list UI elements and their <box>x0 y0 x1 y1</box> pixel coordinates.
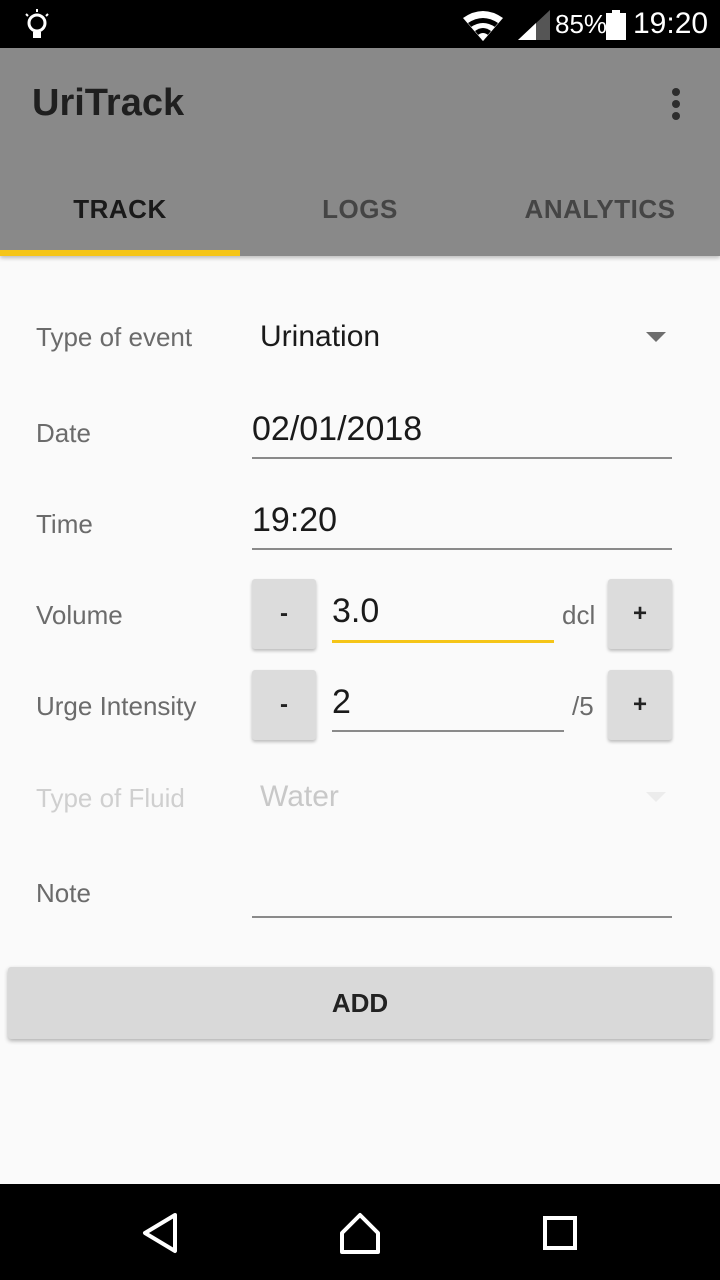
volume-unit: dcl <box>562 600 596 630</box>
urge-increment-button[interactable]: + <box>608 670 672 740</box>
battery-percent: 85% <box>555 9 608 39</box>
volume-label: Volume <box>36 600 123 630</box>
signal-icon <box>518 10 550 40</box>
home-icon[interactable] <box>330 1208 390 1258</box>
date-label: Date <box>36 418 91 448</box>
note-field[interactable] <box>252 868 672 918</box>
urge-intensity-label: Urge Intensity <box>36 691 197 721</box>
more-vert-icon[interactable] <box>660 84 692 124</box>
note-label: Note <box>36 878 91 908</box>
app-title: UriTrack <box>32 82 185 124</box>
type-of-fluid-spinner: Water <box>260 780 339 813</box>
navigation-bar <box>0 1184 720 1280</box>
tab-indicator <box>0 250 240 256</box>
add-button[interactable]: ADD <box>8 967 712 1039</box>
chevron-down-icon[interactable] <box>646 332 666 342</box>
tab-logs[interactable]: LOGS <box>240 170 480 256</box>
type-of-event-spinner[interactable]: Urination <box>260 320 380 354</box>
urge-decrement-button[interactable]: - <box>252 670 316 740</box>
battery-icon <box>606 10 626 40</box>
wifi-icon <box>463 11 503 41</box>
tab-analytics[interactable]: ANALYTICS <box>480 170 720 256</box>
volume-field[interactable]: 3.0 <box>332 592 554 643</box>
status-clock: 19:20 <box>633 7 709 40</box>
app-bar: UriTrack TRACK LOGS ANALYTICS <box>0 48 720 256</box>
tab-track[interactable]: TRACK <box>0 170 240 256</box>
chevron-down-icon <box>646 792 666 802</box>
type-of-fluid-label: Type of Fluid <box>36 783 185 813</box>
lightbulb-icon <box>25 9 49 38</box>
time-label: Time <box>36 509 93 539</box>
type-of-event-label: Type of event <box>36 322 193 352</box>
status-bar: 85% 19:20 <box>0 0 720 48</box>
recents-icon[interactable] <box>530 1208 590 1258</box>
urge-intensity-field[interactable]: 2 <box>332 683 564 732</box>
volume-decrement-button[interactable]: - <box>252 579 316 649</box>
back-icon[interactable] <box>130 1208 190 1258</box>
volume-increment-button[interactable]: + <box>608 579 672 649</box>
date-field[interactable]: 02/01/2018 <box>252 410 672 459</box>
time-field[interactable]: 19:20 <box>252 501 672 550</box>
urge-unit: /5 <box>572 691 594 721</box>
